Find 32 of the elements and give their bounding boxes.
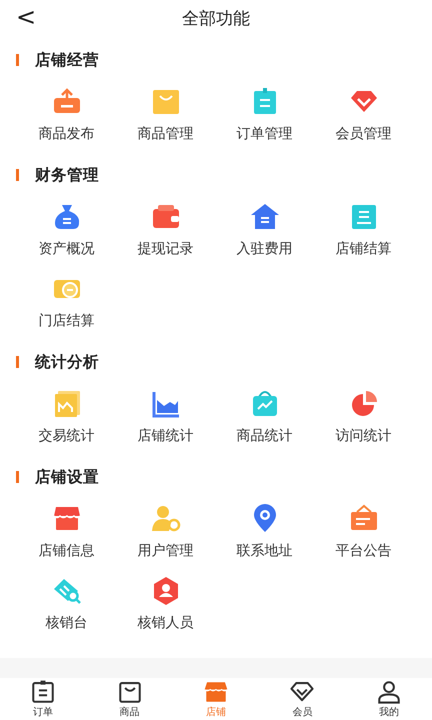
- function-item[interactable]: 用户管理: [116, 503, 215, 560]
- function-item[interactable]: 平台公告: [314, 503, 413, 560]
- function-item[interactable]: 会员管理: [314, 86, 413, 143]
- tab[interactable]: 我的: [346, 678, 432, 720]
- tab[interactable]: 会员: [259, 678, 346, 720]
- tab-icon: [116, 679, 143, 705]
- function-item[interactable]: 交易统计: [17, 388, 116, 445]
- function-item[interactable]: 提现记录: [116, 201, 215, 258]
- function-item[interactable]: 店铺结算: [314, 201, 413, 258]
- tab-icon: [30, 679, 56, 705]
- section-title: 财务管理: [35, 164, 99, 186]
- function-item[interactable]: 店铺统计: [116, 388, 215, 445]
- section-title: 统计分析: [35, 352, 99, 372]
- function-item[interactable]: 资产概况: [17, 201, 116, 258]
- function-item[interactable]: 入驻费用: [215, 201, 314, 258]
- function-item[interactable]: 订单管理: [215, 86, 314, 143]
- section-title: 店铺设置: [35, 466, 99, 488]
- tab-icon: [376, 679, 402, 705]
- tab[interactable]: 订单: [0, 678, 86, 720]
- function-item[interactable]: 商品管理: [116, 86, 215, 143]
- tab[interactable]: 商品: [86, 678, 173, 720]
- function-item[interactable]: 联系地址: [215, 503, 314, 560]
- page-title: 全部功能: [182, 8, 250, 30]
- function-item[interactable]: 核销台: [17, 575, 116, 632]
- function-item[interactable]: 商品统计: [215, 388, 314, 445]
- function-item[interactable]: 店铺信息: [17, 503, 116, 560]
- back-button[interactable]: <: [10, 2, 42, 32]
- section-title: 店铺经营: [35, 50, 99, 70]
- function-item[interactable]: 访问统计: [314, 388, 413, 445]
- function-item[interactable]: 门店结算: [17, 273, 116, 330]
- function-item[interactable]: 核销人员: [116, 575, 215, 632]
- function-item[interactable]: 商品发布: [17, 86, 116, 143]
